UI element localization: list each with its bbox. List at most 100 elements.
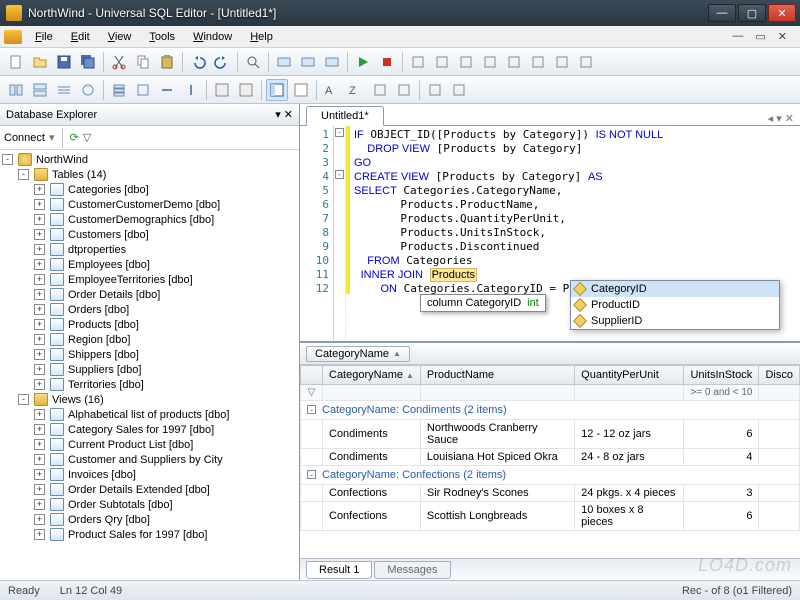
window-maximize-button[interactable]: ▢ (738, 4, 766, 22)
tree-view-item[interactable]: Customer and Suppliers by City (68, 454, 223, 466)
grid-cell[interactable]: 24 - 8 oz jars (575, 449, 684, 466)
column-header[interactable]: CategoryName▲ (323, 366, 421, 385)
tree-expander[interactable]: + (34, 184, 45, 195)
filter-icon[interactable]: ▽ (301, 385, 323, 401)
grid-cell[interactable]: Northwoods Cranberry Sauce (420, 420, 574, 449)
column-header[interactable]: Disco (759, 366, 800, 385)
undo-button[interactable] (187, 51, 209, 73)
grid-cell[interactable]: 10 boxes x 8 pieces (575, 502, 684, 531)
toolbar-button[interactable] (455, 51, 477, 73)
tree-expander[interactable]: + (34, 439, 45, 450)
tree-expander[interactable]: + (34, 289, 45, 300)
grid-cell[interactable]: 6 (684, 502, 759, 531)
tree-table-item[interactable]: Shippers [dbo] (68, 349, 139, 361)
grid-cell[interactable]: 12 - 12 oz jars (575, 420, 684, 449)
menu-help[interactable]: Help (241, 29, 282, 45)
toolbar-button[interactable] (156, 79, 178, 101)
tree-view-item[interactable]: Category Sales for 1997 [dbo] (68, 424, 214, 436)
menu-edit[interactable]: Edit (62, 29, 99, 45)
toolbar-button[interactable] (431, 51, 453, 73)
new-button[interactable] (5, 51, 27, 73)
tree-expander[interactable]: + (34, 364, 45, 375)
tree-tables-label[interactable]: Tables (14) (52, 169, 106, 181)
tree-views-label[interactable]: Views (16) (52, 394, 104, 406)
fold-strip[interactable]: - - (334, 126, 346, 341)
tree-table-item[interactable]: Order Details [dbo] (68, 289, 160, 301)
tree-table-item[interactable]: Orders [dbo] (68, 304, 129, 316)
filter-icon[interactable]: ▽ (83, 131, 91, 144)
sql-editor[interactable]: 123456789101112 - - IF OBJECT_ID([Produc… (300, 126, 800, 342)
toolbar-button[interactable] (273, 51, 295, 73)
toolbar-button[interactable]: Z (345, 79, 367, 101)
paste-button[interactable] (156, 51, 178, 73)
toolbar-button[interactable] (235, 79, 257, 101)
tree-view-item[interactable]: Order Details Extended [dbo] (68, 484, 210, 496)
toggle-panel-button[interactable] (266, 79, 288, 101)
pin-icon[interactable]: ▾ ✕ (275, 108, 293, 121)
tree-expander[interactable]: + (34, 454, 45, 465)
menu-window[interactable]: Window (184, 29, 241, 45)
grid-cell[interactable] (759, 502, 800, 531)
filter-cell[interactable] (575, 385, 684, 401)
tree-table-item[interactable]: dtproperties (68, 244, 126, 256)
tree-expander[interactable]: - (2, 154, 13, 165)
tree-expander[interactable]: + (34, 229, 45, 240)
connect-label[interactable]: Connect (4, 132, 45, 144)
tree-table-item[interactable]: Territories [dbo] (68, 379, 144, 391)
toolbar-button[interactable]: A (321, 79, 343, 101)
tree-view-item[interactable]: Current Product List [dbo] (68, 439, 193, 451)
cut-button[interactable] (108, 51, 130, 73)
group-header[interactable]: -CategoryName: Confections (2 items) (301, 466, 800, 485)
grid-cell[interactable]: Louisiana Hot Spiced Okra (420, 449, 574, 466)
filter-cell[interactable] (759, 385, 800, 401)
save-all-button[interactable] (77, 51, 99, 73)
tree-expander[interactable]: + (34, 514, 45, 525)
copy-button[interactable] (132, 51, 154, 73)
tree-table-item[interactable]: Suppliers [dbo] (68, 364, 141, 376)
filter-cell[interactable]: >= 0 and < 10 (684, 385, 759, 401)
mdi-restore-button[interactable]: ▭ (752, 30, 768, 43)
tree-table-item[interactable]: Products [dbo] (68, 319, 139, 331)
grid-cell[interactable]: Confections (323, 502, 421, 531)
tree-expander[interactable]: + (34, 409, 45, 420)
toolbar-button[interactable] (369, 79, 391, 101)
toolbar-button[interactable] (180, 79, 202, 101)
open-button[interactable] (29, 51, 51, 73)
table-row[interactable]: ConfectionsSir Rodney's Scones24 pkgs. x… (301, 485, 800, 502)
result-tab-result1[interactable]: Result 1 (306, 561, 372, 579)
refresh-icon[interactable]: ⟳ (70, 131, 79, 144)
intellisense-popup[interactable]: CategoryIDProductIDSupplierID (570, 280, 780, 330)
toolbar-button[interactable] (132, 79, 154, 101)
menu-file[interactable]: File (26, 29, 62, 45)
tree-view-item[interactable]: Orders Qry [dbo] (68, 514, 150, 526)
toolbar-button[interactable] (108, 79, 130, 101)
tree-root-label[interactable]: NorthWind (36, 154, 88, 166)
menu-view[interactable]: View (99, 29, 141, 45)
execute-button[interactable] (352, 51, 374, 73)
tree-view-item[interactable]: Invoices [dbo] (68, 469, 136, 481)
suggestion-item[interactable]: CategoryID (591, 283, 647, 295)
redo-button[interactable] (211, 51, 233, 73)
tree-view-item[interactable]: Alphabetical list of products [dbo] (68, 409, 229, 421)
tree-expander[interactable]: + (34, 259, 45, 270)
column-header[interactable]: ProductName (420, 366, 574, 385)
tree-expander[interactable]: + (34, 529, 45, 540)
table-row[interactable]: CondimentsLouisiana Hot Spiced Okra24 - … (301, 449, 800, 466)
tree-table-item[interactable]: Categories [dbo] (68, 184, 149, 196)
toolbar-button[interactable] (448, 79, 470, 101)
tree-expander[interactable]: + (34, 499, 45, 510)
tree-expander[interactable]: + (34, 274, 45, 285)
grid-cell[interactable]: 4 (684, 449, 759, 466)
tree-expander[interactable]: + (34, 424, 45, 435)
tree-table-item[interactable]: CustomerCustomerDemo [dbo] (68, 199, 220, 211)
tree-expander[interactable]: + (34, 379, 45, 390)
grid-cell[interactable] (759, 449, 800, 466)
toolbar-button[interactable] (424, 79, 446, 101)
mdi-minimize-button[interactable]: — (729, 30, 746, 43)
toolbar-button[interactable] (5, 79, 27, 101)
tree-table-item[interactable]: Employees [dbo] (68, 259, 150, 271)
filter-cell[interactable] (323, 385, 421, 401)
suggestion-item[interactable]: SupplierID (591, 315, 642, 327)
database-tree[interactable]: -NorthWind-Tables (14)+Categories [dbo]+… (0, 150, 299, 580)
column-header[interactable]: QuantityPerUnit (575, 366, 684, 385)
